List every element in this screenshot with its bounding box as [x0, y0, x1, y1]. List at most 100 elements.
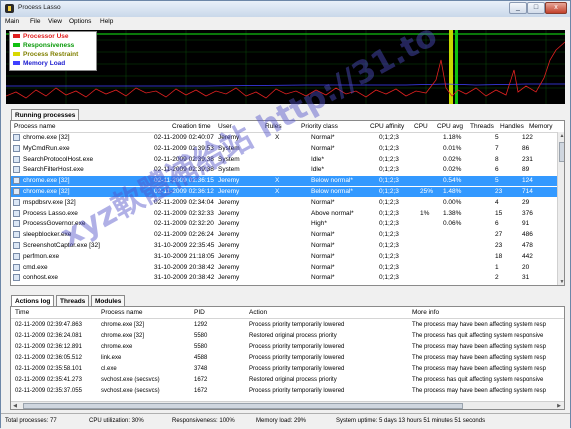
- actions-log-header: Time Process name PID Action More info: [11, 307, 564, 319]
- col-handles[interactable]: Handles: [500, 123, 524, 130]
- log-row[interactable]: 02-11-2009 02:35:37.055 svchost.exe (secs…: [11, 387, 564, 396]
- process-list-scrollbar[interactable]: ▲ ▼: [557, 132, 564, 285]
- process-cell: Idle*: [311, 166, 325, 174]
- col-process-name[interactable]: Process name: [14, 123, 56, 130]
- process-cell: Normal*: [311, 274, 335, 282]
- process-cell: Jeremy: [218, 220, 240, 228]
- process-cell: 31-10-2009 20:38:42: [154, 274, 215, 282]
- process-cell: Below normal*: [311, 188, 353, 195]
- process-cell: 0;1;2;3: [379, 155, 399, 163]
- log-row[interactable]: 02-11-2009 02:35:41.273 svchost.exe (secs…: [11, 376, 564, 385]
- process-row[interactable]: SearchFilterHost.exe 02-11-2009 02:39:38 S…: [11, 165, 558, 175]
- process-row[interactable]: chrome.exe [32] 02-11-2009 02:36:15 Jeremy…: [11, 176, 558, 187]
- menu-view[interactable]: View: [48, 18, 62, 25]
- tab-actions-log[interactable]: Actions log: [11, 295, 55, 306]
- log-row[interactable]: 02-11-2009 02:36:24.081 chrome.exe [32] 55…: [11, 332, 564, 341]
- legend-responsiveness: Responsiveness: [13, 42, 74, 51]
- actions-log-hscrollbar[interactable]: ◀ ▶: [11, 401, 564, 409]
- log-cell: 5580: [194, 344, 208, 350]
- log-cell: 4588: [194, 355, 208, 361]
- hscroll-thumb[interactable]: [23, 403, 463, 409]
- log-row[interactable]: 02-11-2009 02:39:47.863 chrome.exe [32] 12…: [11, 321, 564, 330]
- process-cell: 31-10-2009 20:38:42: [154, 263, 215, 271]
- process-icon: [13, 220, 20, 228]
- process-cell: Jeremy: [218, 198, 240, 206]
- process-row[interactable]: MyCmdRun.exe 02-11-2009 02:39:53 System Nor…: [11, 144, 558, 154]
- scroll-left-icon[interactable]: ◀: [11, 402, 19, 409]
- process-row[interactable]: SearchProtocolHost.exe 02-11-2009 02:39:3…: [11, 155, 558, 165]
- process-cell: Jeremy: [218, 252, 240, 260]
- scroll-down-icon[interactable]: ▼: [558, 278, 564, 285]
- process-cell: 442: [522, 252, 533, 260]
- log-cell: 02-11-2009 02:39:47.863: [15, 322, 82, 328]
- log-cell: The process may have been affecting syst…: [412, 366, 546, 372]
- scroll-right-icon[interactable]: ▶: [555, 402, 563, 409]
- log-col-pid[interactable]: PID: [194, 309, 205, 316]
- log-cell: svchost.exe (secsvcs): [101, 388, 160, 394]
- log-cell: 1672: [194, 377, 208, 383]
- process-cell: 29: [522, 198, 530, 206]
- process-cell: Normal*: [311, 252, 335, 260]
- log-cell: 02-11-2009 02:36:05.512: [15, 355, 82, 361]
- log-col-process-name[interactable]: Process name: [101, 309, 143, 316]
- process-cell: SearchFilterHost.exe: [23, 166, 84, 174]
- log-col-time[interactable]: Time: [15, 309, 29, 316]
- scroll-up-icon[interactable]: ▲: [558, 132, 564, 140]
- process-row[interactable]: perfmon.exe 31-10-2009 21:18:05 Jeremy Norm…: [11, 252, 558, 262]
- app-window: Process Lasso _ □ x Main File View Optio…: [0, 0, 571, 429]
- log-cell: Restored original process priority: [249, 333, 337, 339]
- process-cell: 0.01%: [443, 144, 462, 152]
- process-icon: [13, 274, 20, 282]
- process-cell: Jeremy: [218, 274, 240, 282]
- tab-running-processes[interactable]: Running processes: [11, 109, 80, 120]
- close-button[interactable]: x: [545, 2, 567, 14]
- log-col-action[interactable]: Action: [249, 309, 267, 316]
- col-cpu-avg[interactable]: CPU avg: [437, 123, 463, 130]
- process-cell: chrome.exe [32]: [23, 177, 70, 185]
- scroll-thumb[interactable]: [559, 142, 564, 162]
- log-cell: The process may have been affecting syst…: [412, 344, 546, 350]
- col-memory[interactable]: Memory: [529, 123, 552, 130]
- maximize-button[interactable]: □: [527, 2, 545, 14]
- menu-file[interactable]: File: [30, 18, 40, 25]
- window-title: Process Lasso: [18, 4, 61, 11]
- log-cell: 5580: [194, 333, 208, 339]
- log-cell: Process priority temporarily lowered: [249, 355, 345, 361]
- col-cpu[interactable]: CPU: [414, 123, 428, 130]
- process-cell: 0;1;2;3: [379, 209, 399, 217]
- tab-modules[interactable]: Modules: [91, 295, 126, 306]
- log-row[interactable]: 02-11-2009 02:36:05.512 link.exe 4588 Proce…: [11, 354, 564, 363]
- legend-memory-load: Memory Load: [13, 60, 65, 69]
- process-cell: 86: [522, 144, 530, 152]
- log-row[interactable]: 02-11-2009 02:36:12.891 chrome.exe 5580 Pro…: [11, 343, 564, 352]
- process-cell: 231: [522, 155, 533, 163]
- process-cell: X: [275, 177, 280, 185]
- process-cell: 0;1;2;3: [379, 242, 399, 249]
- log-col-more-info[interactable]: More info: [412, 309, 439, 316]
- process-cell: Jeremy: [218, 177, 240, 185]
- col-creation-time[interactable]: Creation time: [172, 123, 211, 130]
- log-row[interactable]: 02-11-2009 02:35:58.101 cl.exe 3748 Process…: [11, 365, 564, 374]
- log-cell: 02-11-2009 02:36:12.891: [15, 344, 82, 350]
- status-memory-load: Memory load: 29%: [256, 418, 307, 424]
- process-row[interactable]: conhost.exe 31-10-2009 20:38:42 Jeremy Norm…: [11, 273, 558, 283]
- process-cell: High*: [311, 220, 327, 228]
- col-cpu-affinity[interactable]: CPU affinity: [370, 123, 404, 130]
- process-cell: 31: [522, 274, 530, 282]
- process-cell: X: [275, 188, 280, 195]
- log-cell: 1672: [194, 388, 208, 394]
- process-icon: [13, 209, 20, 217]
- log-cell: 02-11-2009 02:35:37.055: [15, 388, 82, 394]
- process-row[interactable]: cmd.exe 31-10-2009 20:38:42 Jeremy Normal* 0…: [11, 263, 558, 273]
- process-cell: 1.48%: [443, 188, 462, 195]
- col-threads[interactable]: Threads: [470, 123, 494, 130]
- status-bar: Total processes: 77 CPU utilization: 30%…: [1, 413, 570, 429]
- menu-help[interactable]: Help: [100, 18, 113, 25]
- process-cell: 0;1;2;3: [379, 144, 399, 152]
- process-cell: SearchProtocolHost.exe: [23, 155, 94, 163]
- tab-threads[interactable]: Threads: [56, 295, 90, 306]
- menu-main[interactable]: Main: [5, 18, 19, 25]
- process-cell: 0.06%: [443, 220, 462, 228]
- process-icon: [13, 231, 20, 239]
- menu-options[interactable]: Options: [69, 18, 91, 25]
